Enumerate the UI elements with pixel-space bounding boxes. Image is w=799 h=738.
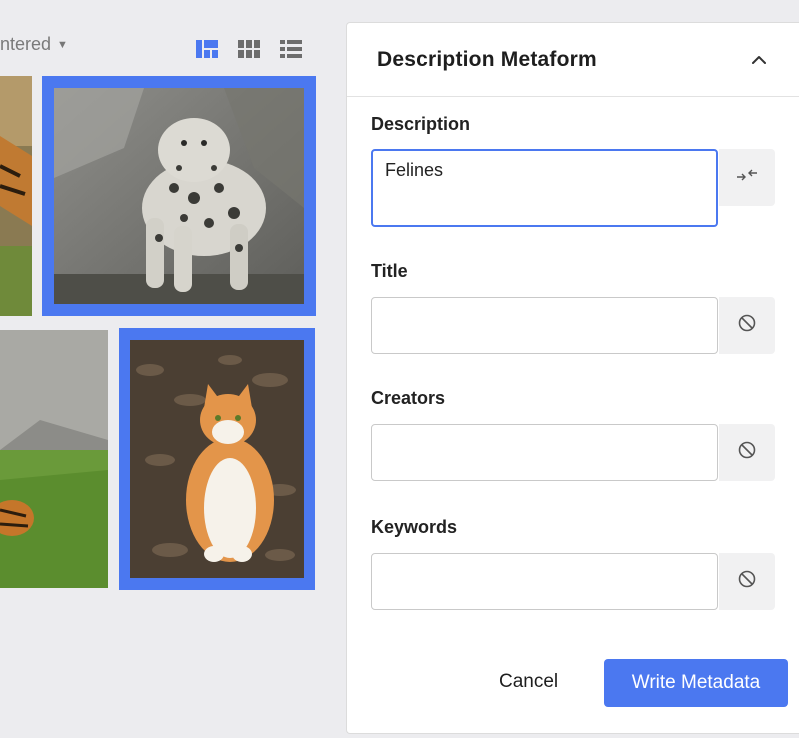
sort-dropdown-label: ntered bbox=[0, 34, 52, 54]
sort-dropdown[interactable]: ntered ▼ bbox=[0, 34, 68, 55]
tiger-grass-photo-partial[interactable] bbox=[0, 330, 108, 588]
creators-label: Creators bbox=[371, 388, 446, 408]
title-clear-button[interactable] bbox=[719, 297, 775, 354]
disable-icon bbox=[737, 569, 757, 594]
title-label: Title bbox=[371, 261, 408, 281]
list-view-icon[interactable] bbox=[280, 40, 302, 58]
cancel-button[interactable]: Cancel bbox=[499, 671, 558, 693]
disable-icon bbox=[737, 313, 757, 338]
masonry-view-icon[interactable] bbox=[196, 40, 218, 58]
title-field[interactable] bbox=[371, 297, 718, 354]
snow-leopard-photo[interactable] bbox=[42, 76, 316, 316]
grid-view-icon[interactable] bbox=[238, 40, 260, 58]
chevron-down-icon: ▼ bbox=[57, 38, 68, 51]
panel-title: Description Metaform bbox=[377, 47, 597, 71]
panel-header: Description Metaform bbox=[347, 23, 799, 97]
view-mode-switcher bbox=[196, 40, 302, 58]
chevron-up-icon[interactable] bbox=[749, 50, 769, 70]
orange-white-cat-photo[interactable] bbox=[119, 328, 315, 590]
keywords-clear-button[interactable] bbox=[719, 553, 775, 610]
description-field[interactable]: Felines bbox=[371, 149, 718, 227]
description-label: Description bbox=[371, 114, 471, 134]
creators-field[interactable] bbox=[371, 424, 718, 481]
description-metaform-panel: Description Metaform Description Felines… bbox=[346, 22, 799, 734]
keywords-label: Keywords bbox=[371, 517, 458, 537]
photo-gallery: ntered ▼ bbox=[0, 0, 340, 738]
merge-button[interactable] bbox=[719, 149, 775, 206]
write-metadata-button[interactable]: Write Metadata bbox=[604, 659, 788, 707]
tiger-photo-partial[interactable] bbox=[0, 76, 32, 316]
keywords-field[interactable] bbox=[371, 553, 718, 610]
creators-clear-button[interactable] bbox=[719, 424, 775, 481]
disable-icon bbox=[737, 440, 757, 465]
merge-icon bbox=[736, 168, 758, 187]
